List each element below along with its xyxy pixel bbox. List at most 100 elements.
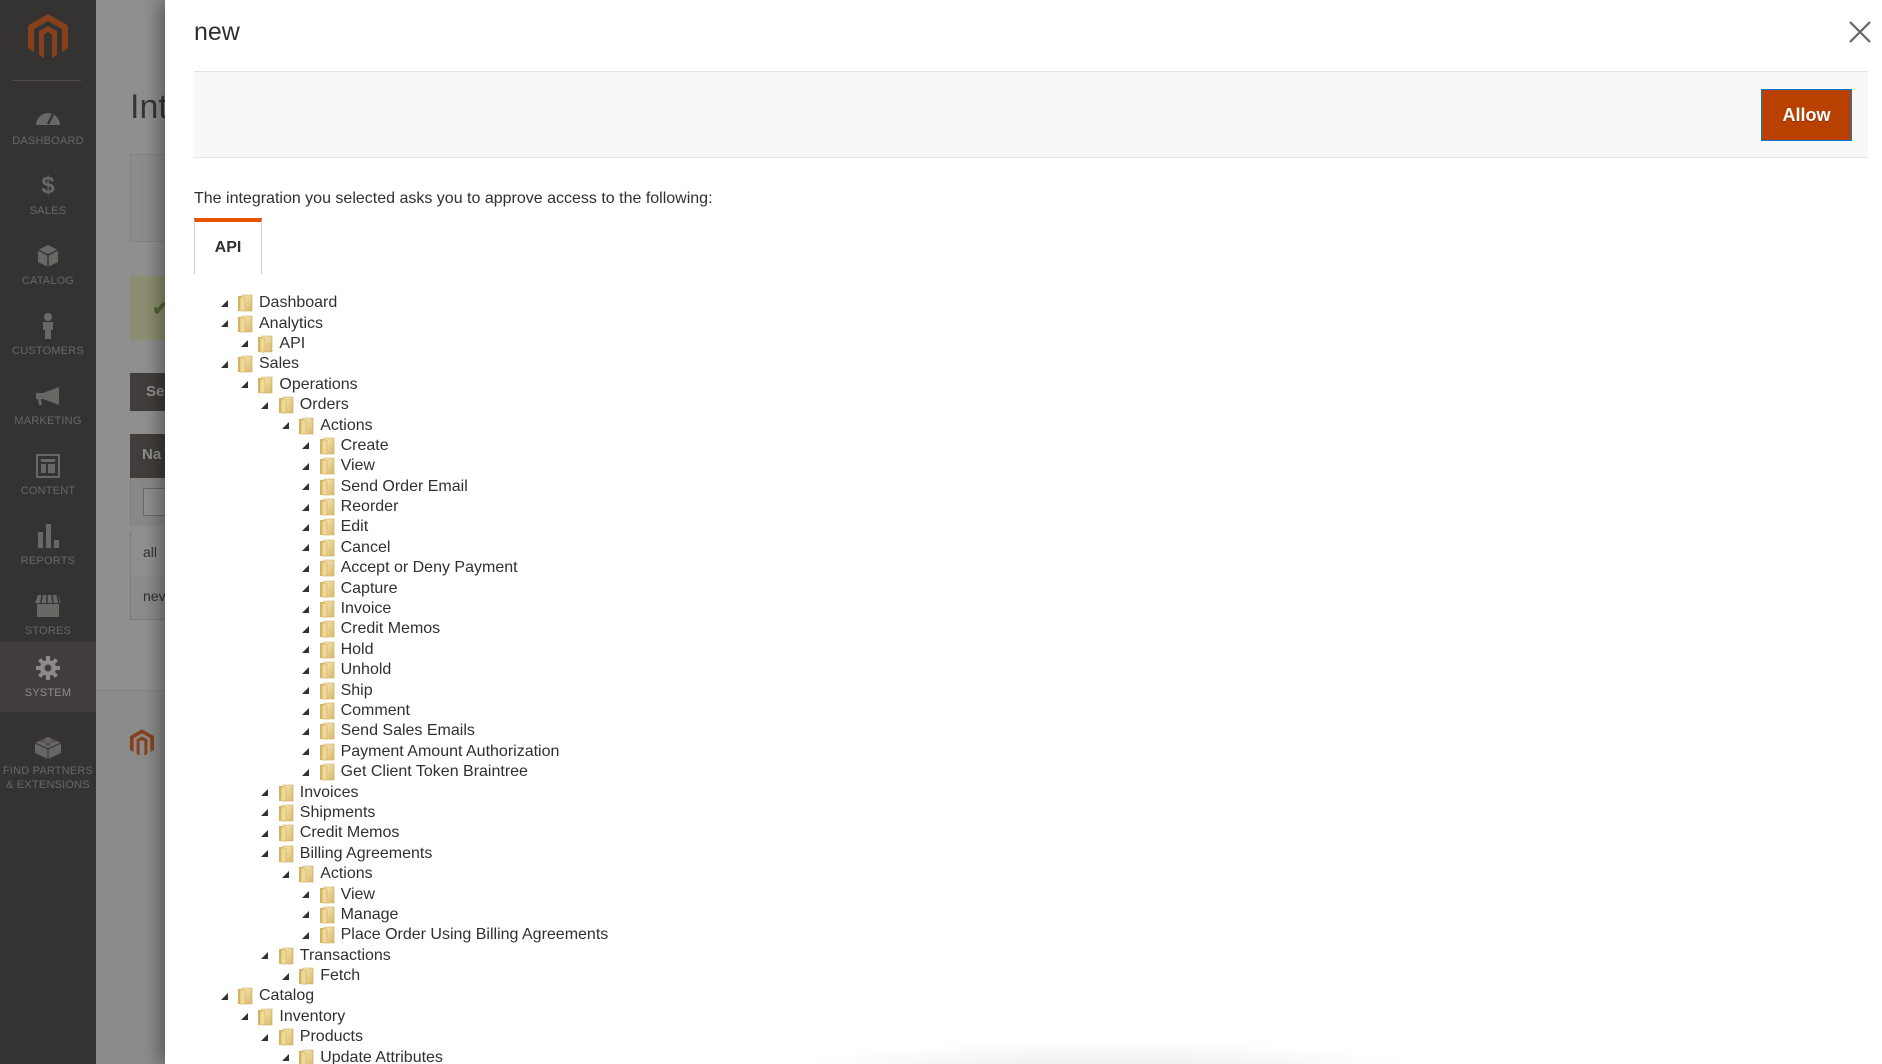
expand-arrow-icon[interactable] — [219, 319, 229, 329]
tree-node[interactable]: Unhold — [219, 660, 608, 680]
tree-node-label: Catalog — [259, 987, 315, 1005]
folder-icon — [236, 315, 254, 333]
tree-node[interactable]: Capture — [219, 578, 608, 598]
folder-icon — [318, 743, 336, 761]
tree-node[interactable]: Actions — [219, 864, 608, 884]
expand-arrow-icon[interactable] — [260, 828, 270, 838]
tree-node-label: Sales — [259, 355, 300, 373]
expand-arrow-icon[interactable] — [301, 645, 311, 655]
expand-arrow-icon[interactable] — [280, 869, 290, 879]
tree-node[interactable]: API — [219, 334, 608, 354]
tree-node[interactable]: Shipments — [219, 803, 608, 823]
expand-arrow-icon[interactable] — [219, 359, 229, 369]
tree-node[interactable]: Update Attributes — [219, 1047, 608, 1064]
folder-icon — [297, 967, 315, 985]
expand-arrow-icon[interactable] — [301, 706, 311, 716]
expand-arrow-icon[interactable] — [260, 808, 270, 818]
tree-node[interactable]: Hold — [219, 640, 608, 660]
expand-arrow-icon[interactable] — [301, 441, 311, 451]
folder-icon — [318, 661, 336, 679]
tree-node[interactable]: Credit Memos — [219, 619, 608, 639]
expand-arrow-icon[interactable] — [239, 339, 249, 349]
expand-arrow-icon[interactable] — [301, 665, 311, 675]
expand-arrow-icon[interactable] — [219, 991, 229, 1001]
tree-node[interactable]: Billing Agreements — [219, 844, 608, 864]
expand-arrow-icon[interactable] — [301, 930, 311, 940]
tree-node[interactable]: View — [219, 456, 608, 476]
allow-button[interactable]: Allow — [1761, 89, 1852, 141]
expand-arrow-icon[interactable] — [301, 502, 311, 512]
tree-node-label: Operations — [279, 375, 358, 393]
expand-arrow-icon[interactable] — [280, 421, 290, 431]
folder-icon — [318, 906, 336, 924]
tree-node[interactable]: Invoice — [219, 599, 608, 619]
expand-arrow-icon[interactable] — [301, 604, 311, 614]
expand-arrow-icon[interactable] — [301, 686, 311, 696]
tree-node-label: View — [340, 457, 375, 475]
tree-node[interactable]: Edit — [219, 517, 608, 537]
tree-node[interactable]: Manage — [219, 905, 608, 925]
expand-arrow-icon[interactable] — [301, 522, 311, 532]
tree-node[interactable]: Payment Amount Authorization — [219, 742, 608, 762]
tree-node[interactable]: Transactions — [219, 946, 608, 966]
tree-node[interactable]: Invoices — [219, 782, 608, 802]
tree-node[interactable]: Accept or Deny Payment — [219, 558, 608, 578]
folder-icon — [318, 702, 336, 720]
expand-arrow-icon[interactable] — [301, 726, 311, 736]
expand-arrow-icon[interactable] — [280, 1053, 290, 1063]
tree-node[interactable]: Products — [219, 1027, 608, 1047]
expand-arrow-icon[interactable] — [260, 1032, 270, 1042]
permissions-intro-text: The integration you selected asks you to… — [194, 190, 713, 207]
expand-arrow-icon[interactable] — [280, 971, 290, 981]
tree-node[interactable]: Cancel — [219, 538, 608, 558]
expand-arrow-icon[interactable] — [301, 910, 311, 920]
tree-node[interactable]: Catalog — [219, 986, 608, 1006]
tree-node[interactable]: Comment — [219, 701, 608, 721]
tree-node[interactable]: Dashboard — [219, 293, 608, 313]
expand-arrow-icon[interactable] — [301, 624, 311, 634]
tree-node-label: Billing Agreements — [299, 844, 433, 862]
expand-arrow-icon[interactable] — [301, 461, 311, 471]
expand-arrow-icon[interactable] — [301, 747, 311, 757]
expand-arrow-icon[interactable] — [301, 890, 311, 900]
expand-arrow-icon[interactable] — [301, 767, 311, 777]
tree-node[interactable]: Sales — [219, 354, 608, 374]
tree-node[interactable]: View — [219, 884, 608, 904]
tree-node[interactable]: Analytics — [219, 313, 608, 333]
expand-arrow-icon[interactable] — [301, 563, 311, 573]
expand-arrow-icon[interactable] — [301, 584, 311, 594]
expand-arrow-icon[interactable] — [260, 951, 270, 961]
tree-node[interactable]: Fetch — [219, 966, 608, 986]
close-button[interactable] — [1844, 16, 1876, 48]
tree-node[interactable]: Actions — [219, 415, 608, 435]
tree-node[interactable]: Operations — [219, 375, 608, 395]
expand-arrow-icon[interactable] — [260, 788, 270, 798]
tree-node[interactable]: Reorder — [219, 497, 608, 517]
expand-arrow-icon[interactable] — [239, 1012, 249, 1022]
folder-icon — [318, 457, 336, 475]
folder-icon — [277, 784, 295, 802]
tree-node[interactable]: Credit Memos — [219, 823, 608, 843]
expand-arrow-icon[interactable] — [301, 543, 311, 553]
tree-node[interactable]: Create — [219, 436, 608, 456]
tree-node[interactable]: Orders — [219, 395, 608, 415]
tree-node-label: Credit Memos — [299, 824, 400, 842]
folder-icon — [318, 926, 336, 944]
tree-node[interactable]: Send Order Email — [219, 477, 608, 497]
modal-title: new — [194, 18, 240, 46]
folder-icon — [318, 641, 336, 659]
tree-node[interactable]: Inventory — [219, 1007, 608, 1027]
expand-arrow-icon[interactable] — [301, 482, 311, 492]
folder-icon — [256, 376, 274, 394]
expand-arrow-icon[interactable] — [260, 849, 270, 859]
tree-node-label: View — [340, 885, 375, 903]
expand-arrow-icon[interactable] — [219, 298, 229, 308]
tab-api[interactable]: API — [194, 218, 262, 274]
expand-arrow-icon[interactable] — [260, 400, 270, 410]
tree-node[interactable]: Send Sales Emails — [219, 721, 608, 741]
expand-arrow-icon[interactable] — [239, 380, 249, 390]
tree-node[interactable]: Ship — [219, 680, 608, 700]
tree-node-label: Invoice — [340, 600, 392, 618]
tree-node[interactable]: Get Client Token Braintree — [219, 762, 608, 782]
tree-node[interactable]: Place Order Using Billing Agreements — [219, 925, 608, 945]
